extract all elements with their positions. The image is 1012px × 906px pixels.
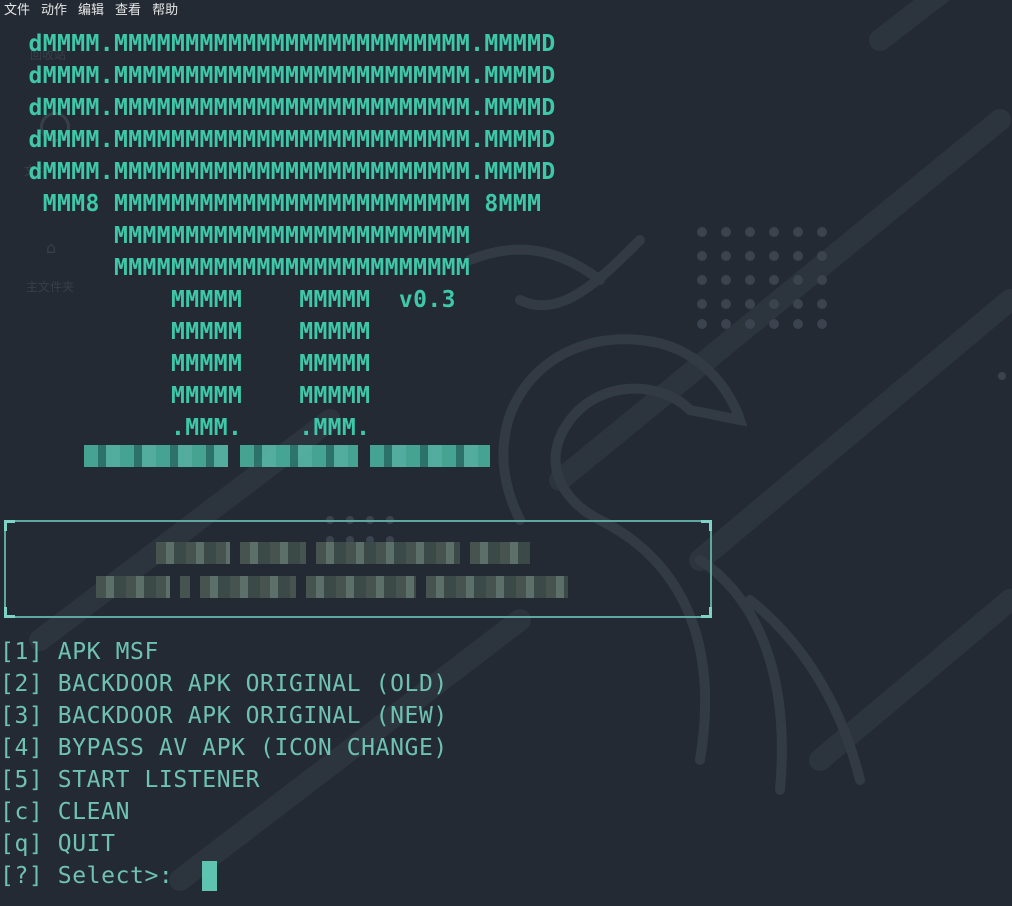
banner-line: MMM8 MMMMMMMMMMMMMMMMMMMMMMMMM 8MMM [0,191,542,217]
banner-line: MMMMM MMMMM v0.3 [0,287,456,313]
banner-line: dMMMM.MMMMMMMMMMMMMMMMMMMMMMMMM.MMMMD [0,95,556,121]
menu-view[interactable]: 查看 [111,0,148,22]
option-bypass-av[interactable]: [4] BYPASS AV APK (ICON CHANGE) [0,732,448,764]
banner-line: MMMMMMMMMMMMMMMMMMMMMMMMM [0,223,471,249]
ascii-banner: dMMMM.MMMMMMMMMMMMMMMMMMMMMMMMM.MMMMD dM… [0,28,556,444]
banner-line: dMMMM.MMMMMMMMMMMMMMMMMMMMMMMMM.MMMMD [0,159,556,185]
obscured-text [84,445,228,467]
option-menu: [1] APK MSF [2] BACKDOOR APK ORIGINAL (O… [0,636,448,892]
banner-line: MMMMM MMMMM [0,319,371,345]
obscured-text [370,445,490,467]
option-apk-msf[interactable]: [1] APK MSF [0,636,448,668]
menu-action[interactable]: 动作 [37,0,74,22]
terminal-cursor[interactable] [201,861,217,891]
banner-line: MMMMMMMMMMMMMMMMMMMMMMMMM [0,255,471,281]
option-quit[interactable]: [q] QUIT [0,828,448,860]
banner-line: dMMMM.MMMMMMMMMMMMMMMMMMMMMMMMM.MMMMD [0,127,556,153]
menu-edit[interactable]: 编辑 [74,0,111,22]
option-start-listener[interactable]: [5] START LISTENER [0,764,448,796]
box-corner [4,520,15,531]
obscured-text [96,576,568,598]
prompt-label: [?] Select>: [0,863,188,889]
banner-line: MMMMM MMMMM [0,351,371,377]
box-corner [701,520,712,531]
menu-help[interactable]: 帮助 [148,0,185,22]
info-box [4,520,712,618]
banner-line: .MMM. .MMM. [0,415,371,441]
option-backdoor-old[interactable]: [2] BACKDOOR APK ORIGINAL (OLD) [0,668,448,700]
option-backdoor-new[interactable]: [3] BACKDOOR APK ORIGINAL (NEW) [0,700,448,732]
obscured-credit-line [84,444,494,468]
option-clean[interactable]: [c] CLEAN [0,796,448,828]
obscured-text [156,542,530,564]
box-corner [701,607,712,618]
banner-line: MMMMM MMMMM [0,383,371,409]
select-prompt[interactable]: [?] Select>: [0,860,448,892]
banner-line: dMMMM.MMMMMMMMMMMMMMMMMMMMMMMMM.MMMMD [0,31,556,57]
banner-line: dMMMM.MMMMMMMMMMMMMMMMMMMMMMMMM.MMMMD [0,63,556,89]
obscured-text [240,445,358,467]
terminal-menubar: 文件 动作 编辑 查看 帮助 [0,0,1012,22]
box-corner [4,607,15,618]
menu-file[interactable]: 文件 [0,0,37,22]
